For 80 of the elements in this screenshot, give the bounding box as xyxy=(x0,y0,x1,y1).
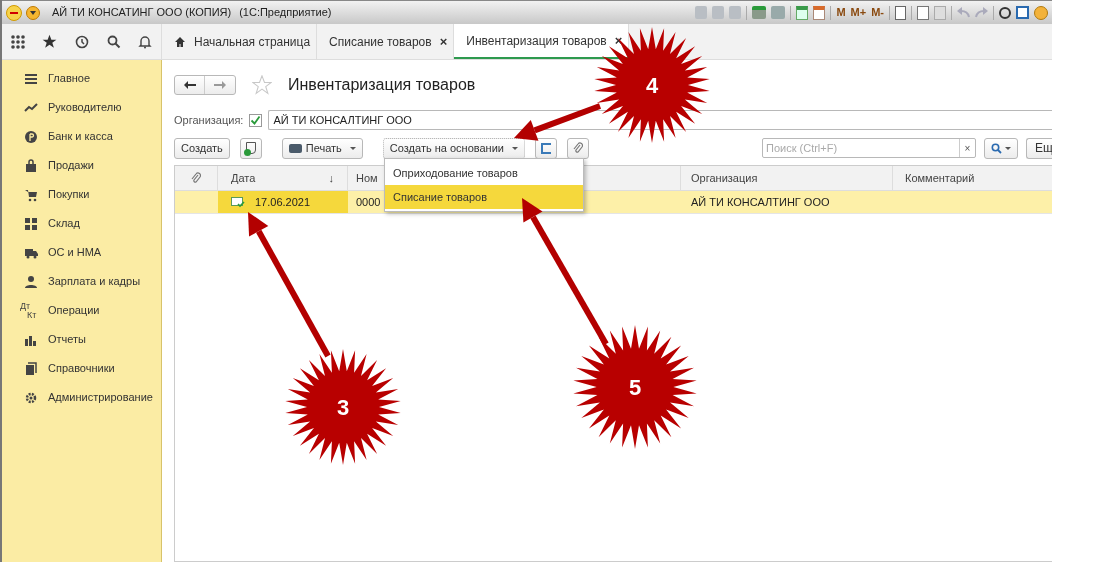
home-icon xyxy=(174,35,186,48)
sidebar-item[interactable]: Руководителю xyxy=(2,93,161,122)
print-button[interactable]: Печать xyxy=(281,137,363,159)
tab-label: Инвентаризация товаров xyxy=(466,32,607,50)
sidebar-item[interactable]: Зарплата и кадры xyxy=(2,267,161,296)
star-icon[interactable] xyxy=(42,34,58,49)
table-cell-text: 17.06.2021 xyxy=(255,194,311,210)
undo-icon[interactable] xyxy=(957,7,970,18)
memory-button[interactable]: M+ xyxy=(850,4,867,21)
forward-arrow-icon xyxy=(214,81,226,89)
clear-button[interactable]: × xyxy=(959,139,975,157)
organization-checkbox[interactable] xyxy=(249,113,263,127)
column-header[interactable]: Дата ↓ xyxy=(218,166,348,190)
paperclip-icon xyxy=(573,142,583,154)
numbered-starburst: 3 xyxy=(285,349,401,465)
caret-icon xyxy=(1005,146,1011,150)
sidebar-item[interactable]: Склад xyxy=(2,209,161,238)
tab[interactable]: Начальная страница xyxy=(162,24,318,59)
paperclip-icon xyxy=(191,172,201,184)
caret-icon xyxy=(512,146,518,150)
tab-label: Начальная страница xyxy=(194,33,311,51)
sidebar-item[interactable]: Администрирование xyxy=(2,383,161,412)
history-icon[interactable] xyxy=(75,34,89,49)
list-icon xyxy=(24,71,38,86)
memory-button[interactable]: M xyxy=(836,4,846,21)
redo-icon[interactable] xyxy=(975,7,988,18)
sidebar-item[interactable]: Покупки xyxy=(2,180,161,209)
organization-label: Организация: xyxy=(174,112,244,128)
tab-label: Списание товаров xyxy=(329,33,432,51)
close-icon[interactable]: × xyxy=(439,31,448,52)
back-arrow-icon xyxy=(183,81,196,89)
apps-grid-icon[interactable] xyxy=(10,34,25,49)
form-title: Инвентаризация товаров xyxy=(288,75,476,95)
structure-button[interactable] xyxy=(535,137,557,159)
sidebar-item[interactable]: Отчеты xyxy=(2,325,161,354)
create-based-on-button[interactable]: Создать на основании xyxy=(382,137,525,159)
organization-field[interactable]: АЙ ТИ КОНСАЛТИНГ ООО xyxy=(268,110,1052,130)
search-icon[interactable] xyxy=(106,34,121,49)
sidebar-item[interactable]: Дт Кт Операции xyxy=(2,296,161,325)
caret-icon xyxy=(349,146,356,150)
numbered-starburst: 5 xyxy=(573,325,697,449)
close-icon[interactable]: × xyxy=(614,30,623,51)
sidebar-item[interactable]: Главное xyxy=(2,64,161,93)
more-button[interactable]: Ещ xyxy=(1026,137,1052,159)
sidebar-item[interactable]: Банк и касса xyxy=(2,122,161,151)
copy-document-button[interactable] xyxy=(239,137,262,159)
document-icon[interactable] xyxy=(895,5,906,20)
create-button[interactable]: Создать xyxy=(174,137,230,159)
search-icon xyxy=(991,142,1002,154)
debit-credit-icon: Дт Кт xyxy=(20,301,42,320)
menu-item[interactable]: Оприходование товаров xyxy=(385,161,583,185)
search-field[interactable]: Поиск (Ctrl+F) × xyxy=(762,138,976,158)
posted-document-icon xyxy=(231,196,245,208)
books-icon xyxy=(24,361,38,376)
coin-icon xyxy=(24,129,38,144)
sidebar-item[interactable]: ОС и НМА xyxy=(2,238,161,267)
menu-item[interactable]: Списание товаров xyxy=(385,185,583,209)
printer-icon xyxy=(288,143,302,153)
column-header[interactable]: Организация xyxy=(681,166,893,190)
star-icon[interactable] xyxy=(252,75,272,95)
table-cell-text: АЙ ТИ КОНСАЛТИНГ ООО xyxy=(690,194,831,210)
sidebar-item[interactable]: Продажи xyxy=(2,151,161,180)
window-title: АЙ ТИ КОНСАТИНГ ООО (КОПИЯ) xyxy=(52,5,232,21)
search-button[interactable] xyxy=(984,137,1018,159)
bell-icon[interactable] xyxy=(138,34,153,49)
window-subtitle: (1С:Предприятие) xyxy=(239,5,332,21)
sidebar-item[interactable]: Справочники xyxy=(2,354,161,383)
panel-icon[interactable] xyxy=(1016,6,1029,19)
memory-button[interactable]: M- xyxy=(871,4,884,21)
menu-caret-icon[interactable] xyxy=(26,5,40,20)
column-header[interactable]: Комментарий xyxy=(893,166,1052,190)
attach-button[interactable] xyxy=(567,137,589,159)
grid-icon xyxy=(24,216,38,231)
table-cell-text: 0000 xyxy=(356,194,381,210)
sort-arrow-icon: ↓ xyxy=(328,169,334,187)
bag-icon xyxy=(24,158,38,173)
tab[interactable]: Инвентаризация товаров × xyxy=(454,24,630,59)
gear-icon xyxy=(24,390,38,405)
cart-icon xyxy=(24,187,38,202)
person-icon xyxy=(24,274,38,289)
